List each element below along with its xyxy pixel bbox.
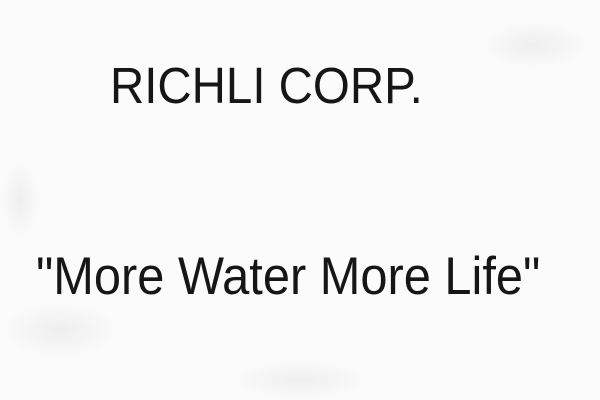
- scan-smudge: [230, 360, 370, 400]
- company-slogan: "More Water More Life": [36, 247, 541, 306]
- company-name: RICHLI CORP.: [110, 57, 423, 114]
- scan-smudge: [0, 160, 40, 240]
- scan-smudge: [480, 20, 590, 70]
- document-page: RICHLI CORP. "More Water More Life": [0, 0, 600, 400]
- scan-smudge: [0, 300, 120, 360]
